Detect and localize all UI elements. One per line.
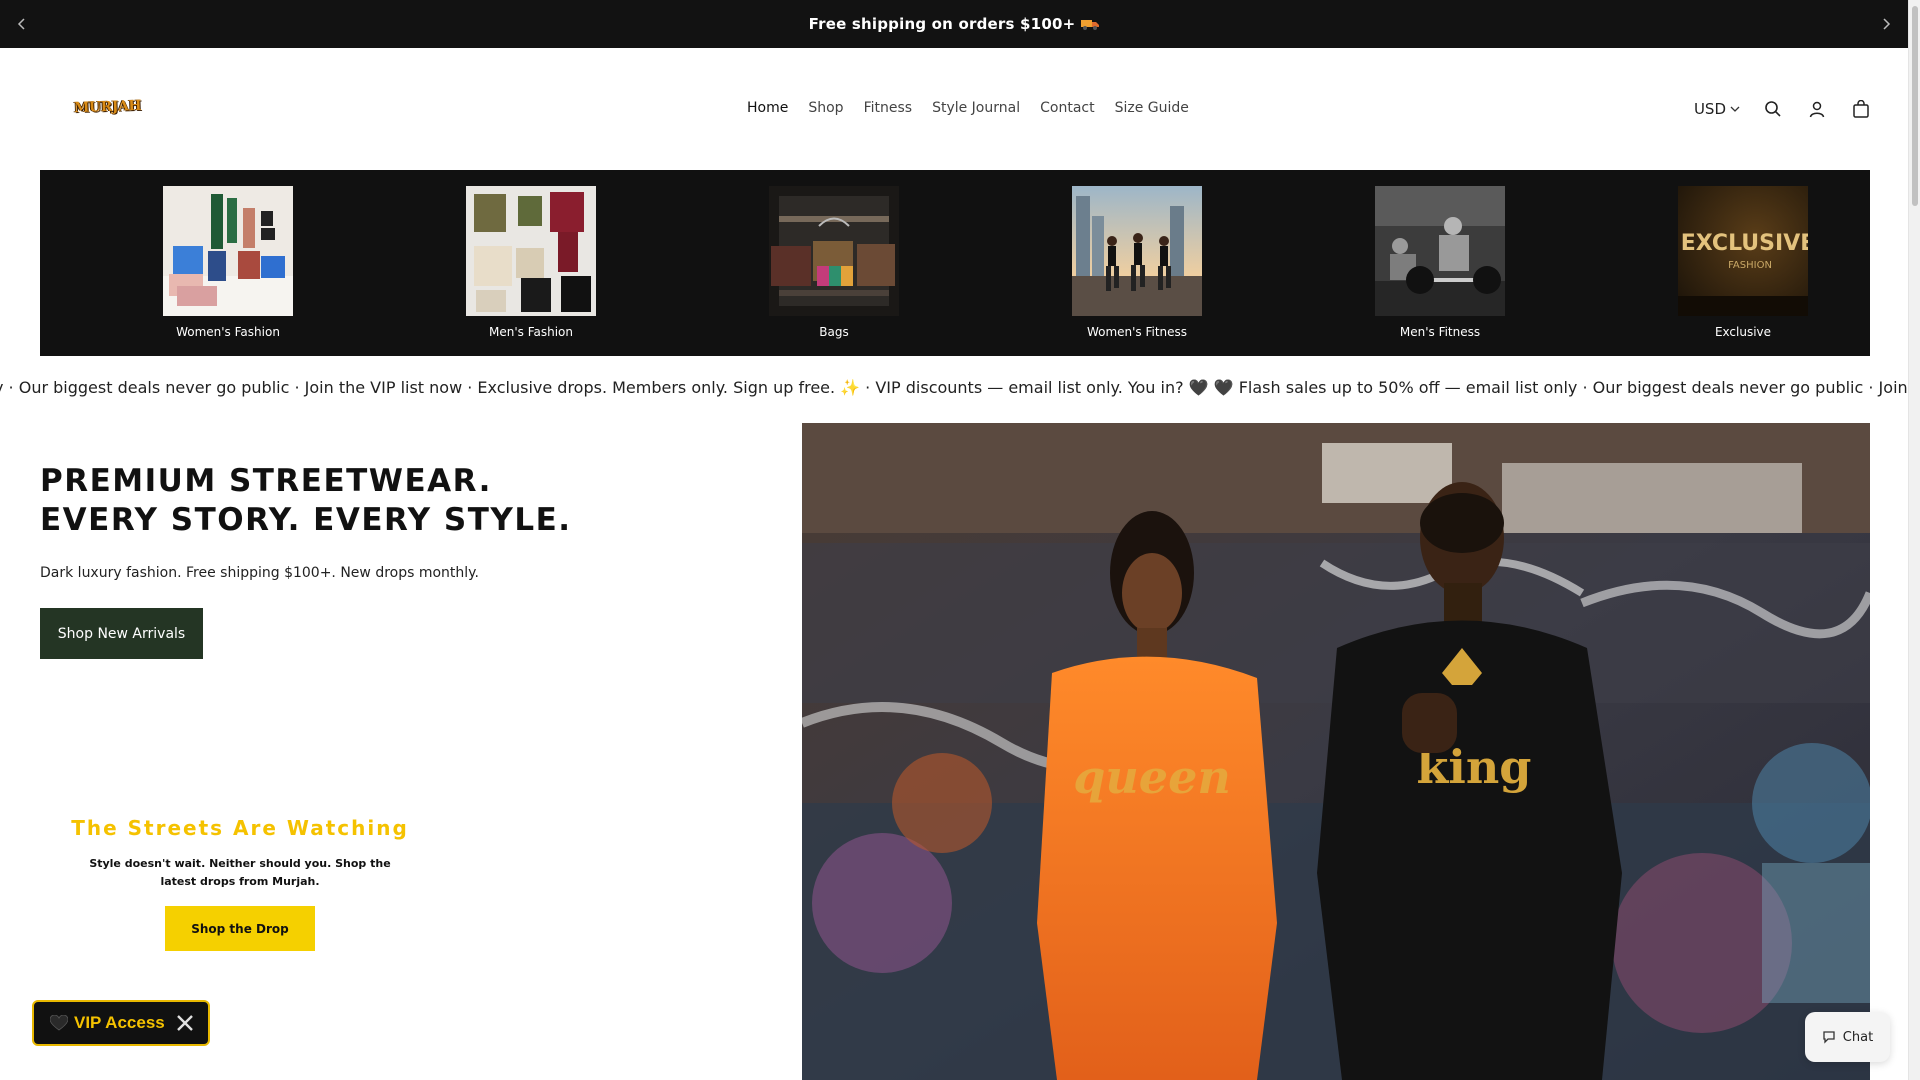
user-icon [1809, 101, 1825, 118]
vip-access-badge[interactable]: VIP Access [32, 1000, 210, 1046]
category-label: Bags [819, 325, 849, 339]
promo-text: Style doesn't wait. Neither should you. … [89, 857, 391, 888]
category-image: EXCLUSIVE FASHION [1678, 186, 1808, 316]
nav-home[interactable]: Home [747, 100, 788, 116]
nav-contact[interactable]: Contact [1040, 100, 1094, 116]
announcement-prev-button[interactable] [12, 14, 32, 34]
category-strip: Women's Fashion Men's Fashion Bags Women… [40, 170, 1870, 356]
nav-size-guide[interactable]: Size Guide [1115, 100, 1189, 116]
page-scrollbar[interactable] [1908, 0, 1920, 1080]
category-bags[interactable]: Bags [749, 186, 919, 339]
marquee-text: y · Our biggest deals never go public · … [0, 378, 1908, 397]
account-button[interactable] [1806, 98, 1828, 120]
nav-style-journal[interactable]: Style Journal [932, 100, 1020, 116]
chat-button[interactable]: Chat [1805, 1012, 1890, 1062]
chevron-right-icon [1883, 18, 1891, 30]
exclusive-overlay-sub: FASHION [1728, 260, 1772, 271]
shopping-bag-icon [1853, 100, 1869, 118]
header-actions: USD [1694, 98, 1872, 120]
chevron-down-icon [1730, 106, 1740, 112]
announcement-next-button[interactable] [1876, 14, 1896, 34]
logo-text: MURJAH [73, 97, 142, 117]
truck-icon [1081, 20, 1100, 30]
category-image [1375, 186, 1505, 316]
chat-label: Chat [1842, 1029, 1874, 1045]
search-icon [1765, 101, 1781, 117]
promo-title: The Streets Are Watching [71, 816, 409, 840]
category-label: Women's Fashion [176, 325, 280, 339]
category-mens-fashion[interactable]: Men's Fashion [446, 186, 616, 339]
category-label: Women's Fitness [1086, 325, 1188, 339]
category-image [466, 186, 596, 316]
hero-image: queen king [802, 423, 1870, 1080]
category-label: Men's Fitness [1399, 325, 1481, 339]
category-womens-fashion[interactable]: Women's Fashion [143, 186, 313, 339]
category-mens-fitness[interactable]: Men's Fitness [1355, 186, 1525, 339]
chevron-left-icon [17, 18, 25, 30]
close-icon[interactable] [174, 1012, 196, 1034]
exclusive-overlay-title: EXCLUSIVE [1681, 231, 1808, 256]
announcement-text: Free shipping on orders $100+ [809, 15, 1100, 33]
currency-selector[interactable]: USD [1694, 100, 1740, 118]
hero-title: PREMIUM STREETWEAR. EVERY STORY. EVERY S… [40, 462, 572, 540]
hero-title-line1: PREMIUM STREETWEAR. [40, 463, 492, 499]
category-womens-fitness[interactable]: Women's Fitness [1052, 186, 1222, 339]
scrollbar-thumb[interactable] [1912, 6, 1918, 206]
vip-access-label: VIP Access [74, 1013, 165, 1032]
nav-fitness[interactable]: Fitness [864, 100, 913, 116]
shop-the-drop-button[interactable]: Shop the Drop [165, 906, 315, 951]
currency-label: USD [1693, 100, 1726, 118]
main-nav: Home Shop Fitness Style Journal Contact … [747, 100, 1189, 116]
category-image [1072, 186, 1202, 316]
category-exclusive[interactable]: EXCLUSIVE FASHION Exclusive [1658, 186, 1828, 339]
chat-bubble-icon [1823, 1031, 1835, 1044]
promo-marquee: y · Our biggest deals never go public · … [0, 376, 1908, 404]
category-label: Men's Fashion [489, 325, 573, 339]
site-logo[interactable]: MURJAH [74, 98, 142, 118]
search-button[interactable] [1762, 98, 1784, 120]
nav-shop[interactable]: Shop [808, 100, 843, 116]
hero-subtitle: Dark luxury fashion. Free shipping $100+… [40, 565, 479, 581]
shop-new-arrivals-button[interactable]: Shop New Arrivals [40, 608, 203, 659]
category-image [163, 186, 293, 316]
black-heart-icon [50, 1015, 68, 1031]
announcement-bar: Free shipping on orders $100+ [0, 0, 1908, 48]
category-image [769, 186, 899, 316]
hero-image-queen-text: queen [1073, 750, 1231, 804]
hero-title-line2: EVERY STORY. EVERY STYLE. [40, 502, 572, 538]
site-header: MURJAH Home Shop Fitness Style Journal C… [0, 48, 1908, 170]
category-label: Exclusive [1714, 325, 1772, 339]
cart-button[interactable] [1850, 98, 1872, 120]
